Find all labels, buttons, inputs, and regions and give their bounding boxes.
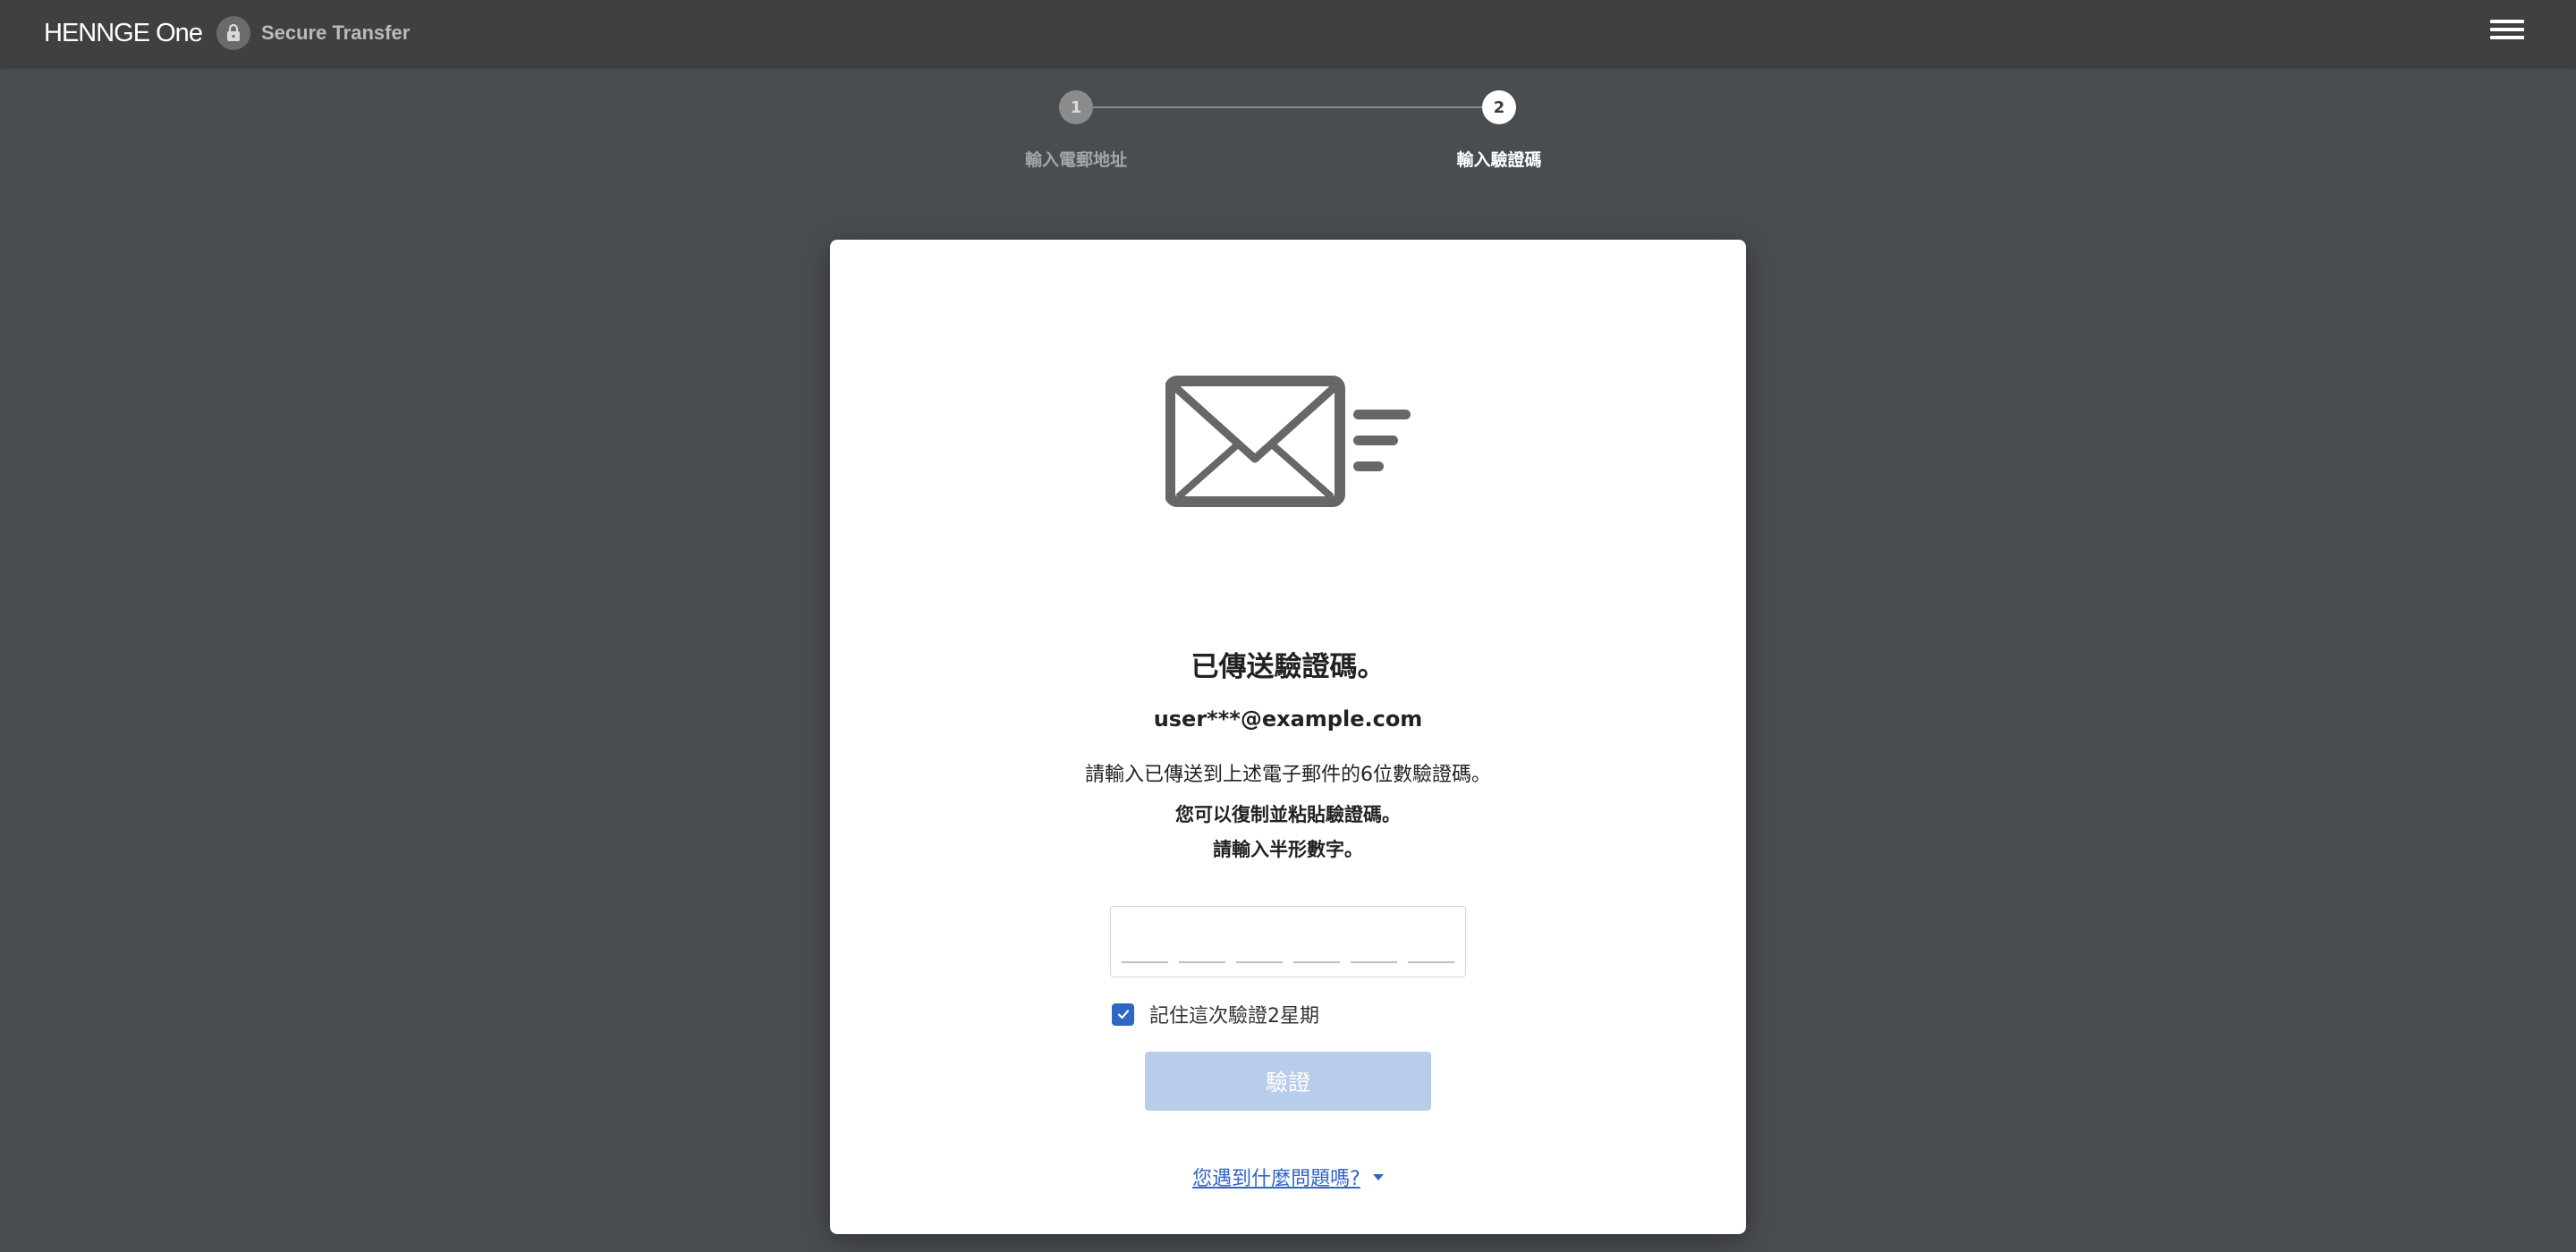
step-1-indicator: 1 (1059, 90, 1093, 124)
code-digit-1[interactable] (1122, 907, 1172, 978)
top-bar: HENNGE One Secure Transfer (0, 0, 2576, 66)
remember-label[interactable]: 記住這次驗證2星期 (1149, 1000, 1319, 1028)
code-digit-4[interactable] (1293, 907, 1343, 978)
verify-button[interactable]: 驗證 (1145, 1052, 1431, 1111)
copy-paste-note: 您可以復制並粘貼驗證碼。 (1175, 804, 1401, 825)
step-1-label: 輸入電郵地址 (1024, 150, 1127, 170)
code-digit-underline (1293, 961, 1340, 963)
brand[interactable]: HENNGE One Secure Transfer (44, 0, 410, 66)
code-digit-6[interactable] (1408, 907, 1458, 978)
check-icon (1117, 1010, 1129, 1019)
help-toggle[interactable]: 您遇到什麼問題嗎? (830, 1163, 1746, 1191)
code-digit-underline (1351, 961, 1397, 963)
code-digit-3[interactable] (1236, 907, 1286, 978)
lock-icon (216, 16, 250, 50)
instruction-text: 請輸入已傳送到上述電子郵件的6位數驗證碼。 (1085, 764, 1491, 786)
code-digit-underline (1408, 961, 1454, 963)
hamburger-menu-icon[interactable] (2490, 20, 2524, 47)
help-link[interactable]: 您遇到什麼問題嗎? (1192, 1163, 1360, 1191)
code-digit-5[interactable] (1351, 907, 1401, 978)
caret-down-icon[interactable] (1372, 1173, 1384, 1180)
mail-sent-icon (1165, 374, 1416, 526)
code-input-group (1110, 906, 1466, 978)
remember-checkbox[interactable] (1112, 1002, 1134, 1026)
verification-card: 已傳送驗證碼。 user***@example.com 請輸入已傳送到上述電子郵… (830, 240, 1746, 1234)
brand-logo: HENNGE One (44, 18, 203, 47)
code-digit-2[interactable] (1179, 907, 1229, 978)
product-name: Secure Transfer (260, 21, 411, 44)
code-digit-underline (1236, 961, 1283, 963)
masked-email: user***@example.com (1153, 706, 1423, 732)
step-2-label: 輸入驗證碼 (1456, 150, 1542, 170)
code-digit-underline (1122, 961, 1168, 963)
stepper-connector (1085, 106, 1484, 108)
code-digit-underline (1179, 961, 1225, 963)
step-2-indicator: 2 (1482, 90, 1516, 124)
page-title: 已傳送驗證碼。 (1191, 651, 1385, 683)
halfwidth-note: 請輸入半形數字。 (1213, 839, 1363, 860)
remember-option: 記住這次驗證2星期 (1112, 1000, 1319, 1028)
